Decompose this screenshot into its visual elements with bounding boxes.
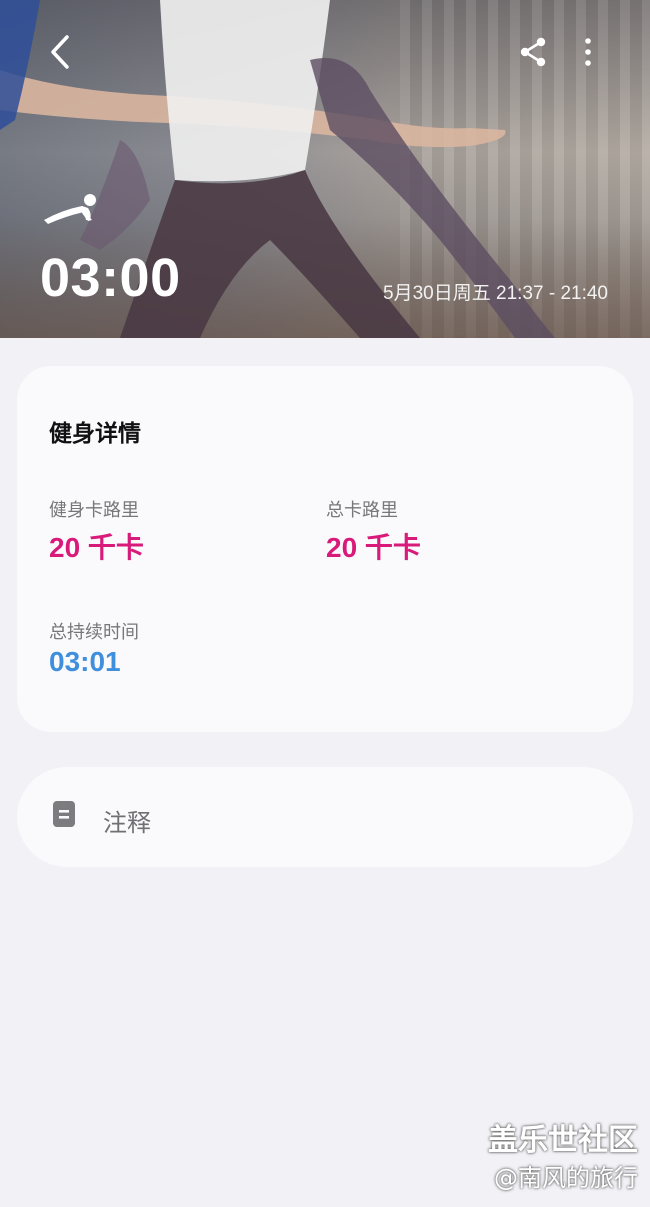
share-button[interactable] bbox=[509, 28, 557, 76]
note-icon bbox=[53, 801, 75, 827]
total-calories-label: 总卡路里 bbox=[326, 500, 398, 521]
more-vertical-icon bbox=[585, 38, 591, 66]
back-arrow-icon bbox=[51, 35, 69, 69]
total-calories-value: 20 千卡 bbox=[326, 532, 421, 563]
watermark-author: @南风的旅行 bbox=[494, 1164, 638, 1192]
plank-workout-icon bbox=[44, 194, 96, 224]
total-duration-value: 03:01 bbox=[49, 646, 121, 677]
more-options-button[interactable] bbox=[564, 28, 612, 76]
workout-duration: 03:00 bbox=[40, 248, 181, 308]
workout-detail-screen: 03:00 5月30日周五 21:37 - 21:40 健身详情 健身卡路里 2… bbox=[0, 0, 650, 1207]
notes-button[interactable]: 注释 bbox=[17, 767, 633, 867]
workout-date-range: 5月30日周五 21:37 - 21:40 bbox=[383, 283, 608, 304]
workout-details-card: 健身详情 健身卡路里 20 千卡 总卡路里 20 千卡 总持续时间 03:01 bbox=[17, 366, 633, 732]
notes-label: 注释 bbox=[103, 809, 151, 837]
workout-calories-label: 健身卡路里 bbox=[49, 500, 139, 521]
back-button[interactable] bbox=[36, 28, 84, 76]
share-icon bbox=[520, 37, 546, 67]
workout-calories-value: 20 千卡 bbox=[49, 532, 144, 563]
workout-hero-image: 03:00 5月30日周五 21:37 - 21:40 bbox=[0, 0, 650, 338]
total-duration-label: 总持续时间 bbox=[49, 622, 139, 643]
details-title: 健身详情 bbox=[49, 421, 141, 447]
watermark-title: 盖乐世社区 bbox=[488, 1123, 638, 1158]
